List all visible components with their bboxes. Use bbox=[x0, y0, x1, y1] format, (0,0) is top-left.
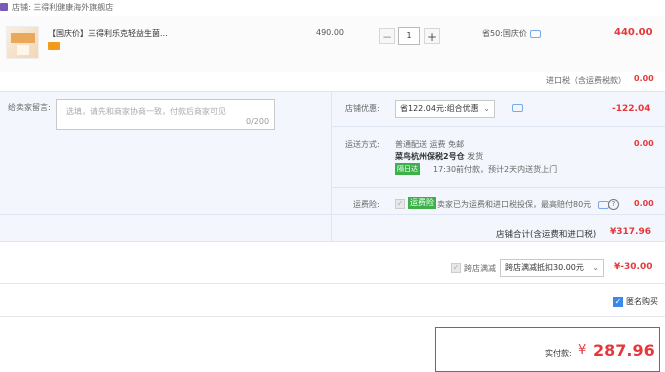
quantity-input[interactable]: 1 bbox=[398, 27, 420, 45]
message-textarea[interactable]: 选填，请先和商家协商一致，付款后商家可见 0/200 bbox=[56, 99, 275, 130]
insurance-label: 运费险: bbox=[353, 200, 380, 209]
message-counter: 0/200 bbox=[246, 117, 270, 126]
cross-store-select[interactable]: 跨店满减抵扣30.00元 ⌄ bbox=[500, 259, 604, 277]
insurance-text: 卖家已为运费和进口税投保，最高赔付80元 bbox=[437, 200, 592, 209]
message-label: 给卖家留言: bbox=[8, 103, 51, 112]
insurance-tag-text: 运费险 bbox=[408, 197, 436, 209]
help-icon[interactable]: ? bbox=[608, 199, 619, 210]
pay-amount: 287.96 bbox=[593, 341, 655, 360]
card-icon bbox=[48, 42, 60, 50]
shipping-line2: 菜鸟杭州保税2号仓 发货 bbox=[395, 151, 483, 162]
shop-discount-label: 店铺优惠: bbox=[345, 104, 380, 113]
message-placeholder: 选填，请先和商家协商一致，付款后商家可见 bbox=[66, 107, 226, 116]
quantity-plus-button[interactable]: + bbox=[424, 28, 440, 44]
shop-discount-select[interactable]: 省122.04元:组合优惠 ⌄ bbox=[395, 100, 495, 118]
shipping-label: 运送方式: bbox=[345, 140, 380, 149]
anonymous-label[interactable]: 匿名购买 bbox=[626, 296, 658, 307]
shop-discount-selected: 省122.04元:组合优惠 bbox=[400, 104, 479, 113]
product-thumbnail[interactable] bbox=[6, 26, 39, 59]
shop-total-value: ¥317.96 bbox=[610, 227, 651, 237]
product-subtotal: 440.00 bbox=[614, 27, 653, 38]
import-tax-value: 0.00 bbox=[634, 74, 654, 83]
pay-currency: ¥ bbox=[578, 343, 587, 358]
shop-total-label: 店铺合计(含运费和进口税) bbox=[496, 230, 597, 240]
divider bbox=[332, 187, 665, 188]
cross-store-label: 跨店满减 bbox=[464, 264, 496, 273]
warehouse-name: 菜鸟杭州保税2号仓 bbox=[395, 152, 465, 161]
shipping-eta: 17:30前付款，预计2天内送货上门 bbox=[433, 165, 558, 174]
cross-store-checkbox[interactable]: ✓ bbox=[451, 263, 461, 273]
anonymous-checkbox[interactable]: ✓ bbox=[613, 297, 623, 307]
cross-store-selected: 跨店满减抵扣30.00元 bbox=[505, 263, 584, 272]
chat-icon[interactable] bbox=[512, 104, 523, 112]
import-tax-label: 进口税（含运费税款） bbox=[546, 76, 626, 85]
shipping-origin: 发货 bbox=[464, 152, 484, 161]
insurance-tag: 运费险 bbox=[408, 197, 436, 209]
unit-price: 490.00 bbox=[316, 28, 344, 37]
next-day-badge-text: 隔日达 bbox=[395, 163, 420, 175]
insurance-checkbox[interactable]: ✓ bbox=[395, 199, 405, 209]
product-row bbox=[0, 16, 665, 72]
next-day-badge: 隔日达 bbox=[395, 163, 420, 175]
chat-icon[interactable] bbox=[530, 30, 541, 38]
shop-discount-value: -122.04 bbox=[612, 104, 651, 114]
chevron-down-icon: ⌄ bbox=[592, 263, 599, 272]
product-title[interactable]: 【国庆价】三得利乐克轻益生菌... bbox=[48, 28, 168, 39]
shipping-value: 0.00 bbox=[634, 139, 654, 148]
quantity-minus-button[interactable]: − bbox=[379, 28, 395, 44]
insurance-value: 0.00 bbox=[634, 199, 654, 208]
pay-label: 实付款: bbox=[545, 349, 572, 358]
section-divider bbox=[331, 91, 332, 241]
cross-store-value: ¥-30.00 bbox=[614, 262, 653, 272]
shipping-line1: 普通配送 运费 免邮 bbox=[395, 140, 465, 149]
chevron-down-icon: ⌄ bbox=[483, 104, 490, 113]
shop-icon bbox=[0, 3, 8, 11]
shop-name[interactable]: 店铺: 三得利健康海外旗舰店 bbox=[12, 2, 113, 13]
divider bbox=[332, 126, 665, 127]
discount-text: 省50:国庆价 bbox=[482, 29, 527, 38]
